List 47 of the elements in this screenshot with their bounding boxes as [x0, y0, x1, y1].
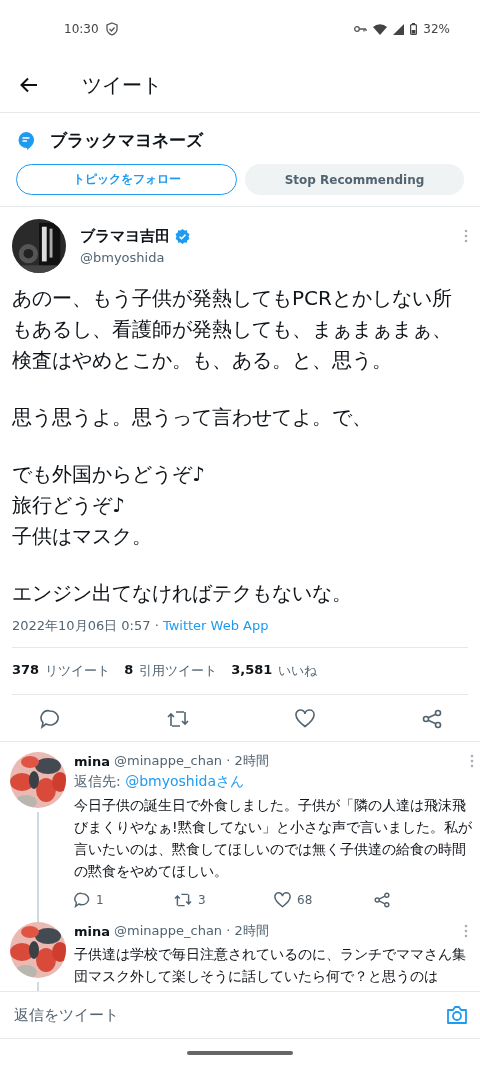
reply-handle: @minappe_chan · 2時間	[114, 922, 270, 940]
like-count: 68	[297, 893, 313, 907]
heart-icon[interactable]	[274, 892, 291, 908]
reply-text: 子供達は学校で毎日注意されているのに、ランチでママさん集団マスク外して楽しそうに話していたら何で？と思うのは	[74, 945, 467, 986]
reply-author-name: mina	[74, 753, 111, 769]
retweet-count: 3	[198, 893, 206, 907]
stat-label: いいね	[278, 662, 318, 680]
author-handle: @bmyoshida	[80, 250, 166, 265]
topic-name: ブラックマヨネーズ	[50, 129, 203, 152]
retweet-icon[interactable]	[174, 892, 192, 908]
stat-label: リツイート	[45, 662, 111, 680]
camera-icon[interactable]	[446, 1005, 468, 1025]
back-arrow-icon[interactable]	[20, 77, 38, 93]
tweet-text: あのー、もう子供が発熱してもPCRとかしない所もあるし、看護師が発熱しても、まぁまぁまぁ、検査はやめとこか。も、ある。と、思う。	[12, 285, 453, 374]
shield-icon	[104, 22, 119, 36]
topic-icon	[18, 131, 34, 150]
reply-count: 1	[96, 893, 104, 907]
stat-count: 378	[12, 662, 40, 679]
reply-handle: @minappe_chan · 2時間	[114, 752, 270, 770]
signal-icon	[393, 23, 405, 35]
replying-to-label: 返信先:	[74, 773, 122, 789]
follow-topic-button[interactable]: トピックをフォロー	[16, 164, 237, 195]
heart-icon[interactable]	[295, 709, 316, 728]
stat-count: 8	[124, 662, 134, 679]
source-link[interactable]: Twitter Web App	[162, 618, 269, 633]
battery-icon	[410, 23, 418, 35]
share-icon[interactable]	[374, 892, 390, 908]
reply-icon[interactable]	[40, 709, 60, 729]
stat-count: 3,581	[231, 662, 273, 679]
page-title: ツイート	[82, 71, 162, 99]
battery-percent: 32%	[423, 22, 450, 36]
tweet-date: 2022年10月06日 0:57 ·	[12, 618, 160, 633]
reply-icon[interactable]	[74, 892, 90, 908]
mention-link[interactable]: @bmyoshidaさん	[125, 773, 245, 789]
reply-text: 今日子供の誕生日で外食しました。子供が「隣の人達は飛沫飛びまくりやなぁ!黙食してない」と小さな声で言いました。私が言いたいのは、黙食してほしいのでは無く子供達の給食の時間の黙食をやめてほしい。	[74, 796, 473, 881]
tweet-text: エンジン出てなければテクもないな。	[12, 580, 353, 607]
tweet-text: 思う思うよ。思うって言わせてよ。で、	[12, 404, 373, 431]
reply-author-name: mina	[74, 923, 111, 939]
status-time: 10:30	[64, 22, 99, 36]
wifi-icon	[373, 23, 388, 35]
tweet-text: でも外国からどうぞ♪ 旅行どうぞ♪ 子供はマスク。	[12, 461, 206, 550]
author-name: ブラマヨ吉田	[80, 227, 170, 246]
key-icon	[354, 25, 368, 33]
stop-recommending-button[interactable]: Stop Recommending	[245, 164, 464, 195]
share-icon[interactable]	[421, 709, 442, 729]
stat-label: 引用ツイート	[139, 662, 218, 680]
retweet-icon[interactable]	[166, 709, 189, 729]
